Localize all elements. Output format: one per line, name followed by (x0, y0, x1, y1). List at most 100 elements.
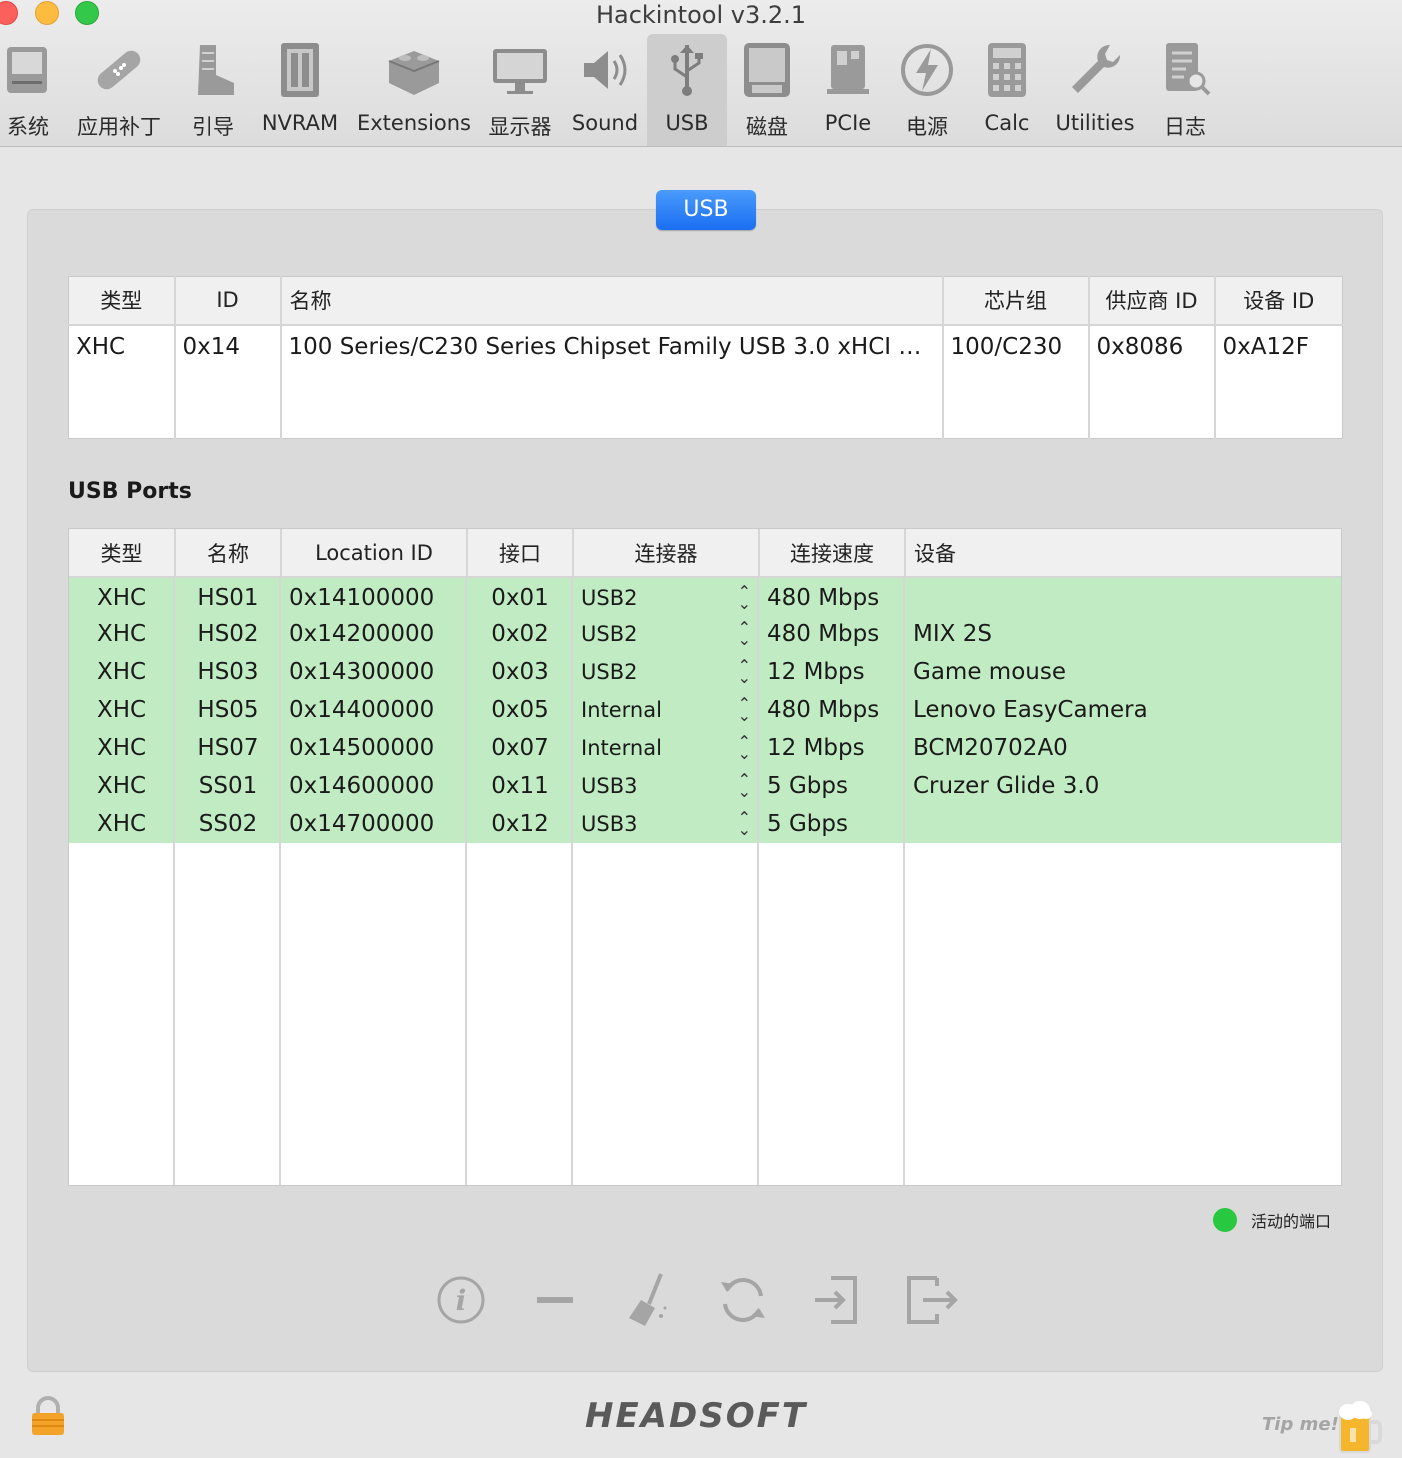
column-header-port[interactable]: 接口 (467, 529, 574, 578)
connector-value: USB2 (581, 660, 638, 684)
stepper-arrows-icon[interactable]: ⌃ ⌄ (738, 772, 751, 800)
column-header-id[interactable]: ID (174, 276, 282, 326)
import-button[interactable] (809, 1272, 865, 1328)
column-header-location-id[interactable]: Location ID (281, 529, 468, 578)
controller-table[interactable]: 类型 ID 名称 芯片组 供应商 ID 设备 ID XHC 0x14 100 S… (68, 276, 1343, 439)
export-button[interactable] (903, 1272, 959, 1328)
column-divider (279, 577, 281, 1185)
column-header-connector[interactable]: 连接器 (573, 529, 760, 578)
refresh-button[interactable] (715, 1272, 771, 1328)
cell-type: XHC (69, 577, 176, 615)
table-cell: 0xA12F (1222, 333, 1309, 360)
cell-location-id: 0x14100000 (281, 577, 468, 615)
connector-select[interactable]: USB3 ⌃ ⌄ (581, 810, 751, 838)
table-row[interactable]: XHC HS02 0x14200000 0x02 USB2 ⌃ ⌄ 480 Mbps MIX 2… (69, 615, 1341, 653)
usb-ports-heading: USB Ports (68, 479, 192, 504)
cell-speed: 5 Gbps (759, 805, 906, 843)
column-header-name[interactable]: 名称 (280, 276, 944, 326)
toolbar-item-extensions[interactable]: Extensions (355, 34, 473, 146)
table-row[interactable]: XHC SS01 0x14600000 0x11 USB3 ⌃ ⌄ 5 Gbps Cruzer … (69, 767, 1341, 805)
toolbar-label: Sound (571, 111, 639, 135)
bandage-icon (89, 40, 149, 100)
connector-select[interactable]: USB2 ⌃ ⌄ (581, 658, 751, 686)
stepper-arrows-icon[interactable]: ⌃ ⌄ (738, 658, 751, 686)
info-button[interactable]: i (433, 1272, 489, 1328)
toolbar-label: 电源 (906, 115, 948, 139)
column-header-name[interactable]: 名称 (175, 529, 282, 578)
cell-connector[interactable]: Internal ⌃ ⌄ (573, 691, 760, 729)
table-row[interactable]: XHC HS03 0x14300000 0x03 USB2 ⌃ ⌄ 12 Mbps Game m… (69, 653, 1341, 691)
table-row[interactable]: XHC SS02 0x14700000 0x12 USB3 ⌃ ⌄ 5 Gbps (69, 805, 1341, 843)
column-header-type[interactable]: 类型 (69, 529, 176, 578)
table-row[interactable]: XHC HS05 0x14400000 0x05 Internal ⌃ ⌄ 480 Mbps L… (69, 691, 1341, 729)
connector-value: USB2 (581, 585, 638, 610)
connector-select[interactable]: USB2 ⌃ ⌄ (581, 620, 751, 648)
column-header-device[interactable]: 设备 (905, 529, 1341, 578)
table-row[interactable]: XHC HS07 0x14500000 0x07 Internal ⌃ ⌄ 12 Mbps BC… (69, 729, 1341, 767)
toolbar-label: 应用补丁 (77, 115, 161, 139)
cell-connector[interactable]: Internal ⌃ ⌄ (573, 729, 760, 767)
cell-connector[interactable]: USB3 ⌃ ⌄ (573, 805, 760, 843)
pcie-card-icon (818, 40, 878, 100)
import-icon (815, 1276, 857, 1324)
toolbar-item-boot[interactable]: 引导 (182, 34, 244, 146)
toolbar-item-usb[interactable]: USB (647, 34, 727, 146)
column-header-device-id[interactable]: 设备 ID (1214, 276, 1343, 326)
beer-mug-icon (1339, 1401, 1382, 1453)
column-header-vendor-id[interactable]: 供应商 ID (1088, 276, 1216, 326)
cell-location-id: 0x14300000 (281, 653, 468, 691)
toolbar-item-pcie[interactable]: PCIe (817, 34, 879, 146)
connector-select[interactable]: Internal ⌃ ⌄ (581, 696, 751, 724)
cell-speed: 480 Mbps (759, 691, 906, 729)
toolbar-item-calc[interactable]: Calc (976, 34, 1038, 146)
toolbar-item-utilities[interactable]: Utilities (1052, 34, 1138, 146)
usb-ports-table[interactable]: 类型 名称 Location ID 接口 连接器 连接速度 设备 XHC HS01… (69, 529, 1341, 843)
toolbar-item-power[interactable]: 电源 (896, 34, 958, 146)
headsoft-logo[interactable]: HEADSOFT (551, 1396, 841, 1436)
toolbar-label: USB (665, 111, 709, 135)
lock-button[interactable] (30, 1396, 66, 1440)
remove-button[interactable] (527, 1272, 583, 1328)
wrench-icon (1065, 40, 1125, 100)
cell-type: XHC (69, 691, 176, 729)
connector-select[interactable]: USB2 ⌃ ⌄ (581, 583, 751, 611)
toolbar-item-log[interactable]: 日志 (1154, 34, 1216, 146)
table-row[interactable]: XHC 0x14 100 Series/C230 Series Chipset … (68, 324, 1343, 439)
toolbar-label: 显示器 (488, 115, 552, 139)
toolbar-item-disk[interactable]: 磁盘 (736, 34, 798, 146)
cell-port-name: HS07 (175, 729, 282, 767)
cell-port: 0x01 (467, 577, 574, 615)
toolbar-item-nvram[interactable]: NVRAM (258, 34, 342, 146)
cell-connector[interactable]: USB2 ⌃ ⌄ (573, 577, 760, 615)
column-divider (465, 577, 467, 1185)
toolbar-item-patch[interactable]: 应用补丁 (70, 34, 168, 146)
table-row[interactable]: XHC HS01 0x14100000 0x01 USB2 ⌃ ⌄ 480 Mbps (69, 577, 1341, 615)
stepper-arrows-icon[interactable]: ⌃ ⌄ (738, 810, 751, 838)
stepper-arrows-icon[interactable]: ⌃ ⌄ (738, 583, 751, 611)
stepper-arrows-icon[interactable]: ⌃ ⌄ (738, 734, 751, 762)
table-cell: 100 Series/C230 Series Chipset Family US… (280, 324, 944, 439)
boot-icon (183, 40, 243, 100)
cell-connector[interactable]: USB3 ⌃ ⌄ (573, 767, 760, 805)
connector-select[interactable]: Internal ⌃ ⌄ (581, 734, 751, 762)
computer-icon (0, 40, 58, 100)
cell-speed: 480 Mbps (759, 615, 906, 653)
usb-ports-table-container[interactable]: 类型 名称 Location ID 接口 连接器 连接速度 设备 XHC HS01… (68, 528, 1342, 1186)
stepper-arrows-icon[interactable]: ⌃ ⌄ (738, 696, 751, 724)
tip-me-button[interactable] (1336, 1400, 1382, 1458)
column-header-speed[interactable]: 连接速度 (759, 529, 906, 578)
tip-me-link[interactable]: Tip me! (1262, 1414, 1339, 1435)
toolbar-item-sound[interactable]: Sound (568, 34, 642, 146)
clear-button[interactable] (621, 1272, 677, 1328)
stepper-arrows-icon[interactable]: ⌃ ⌄ (738, 620, 751, 648)
connector-select[interactable]: USB3 ⌃ ⌄ (581, 772, 751, 800)
section-tab-usb[interactable]: USB (656, 190, 756, 230)
svg-text:i: i (456, 1284, 467, 1317)
cell-connector[interactable]: USB2 ⌃ ⌄ (573, 615, 760, 653)
column-header-chipset[interactable]: 芯片组 (942, 276, 1090, 326)
column-header-type[interactable]: 类型 (68, 276, 176, 326)
cell-connector[interactable]: USB2 ⌃ ⌄ (573, 653, 760, 691)
toolbar-item-system[interactable]: 系统 (0, 34, 56, 146)
toolbar-item-display[interactable]: 显示器 (484, 34, 556, 146)
export-icon (907, 1276, 958, 1324)
